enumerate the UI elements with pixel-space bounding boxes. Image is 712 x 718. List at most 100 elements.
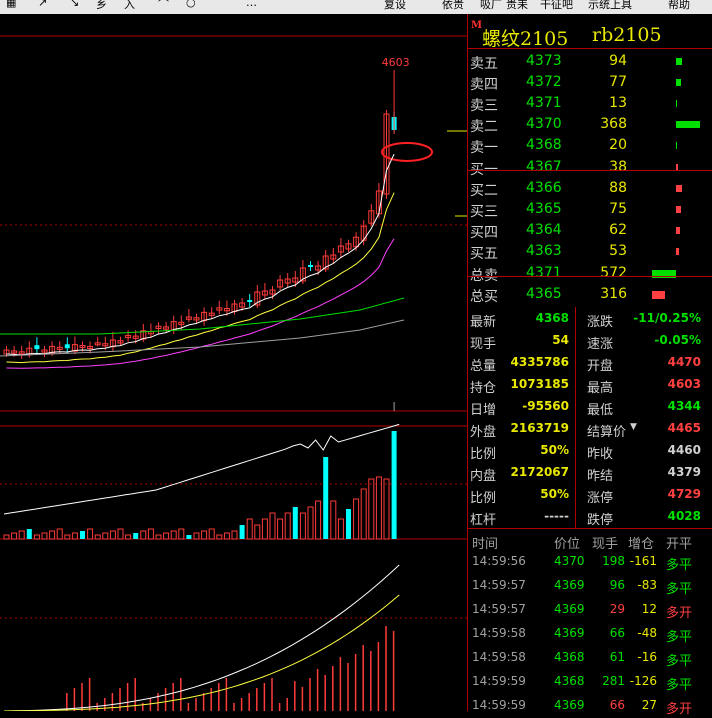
total-price: 4365 [526, 286, 562, 302]
bid-row[interactable]: 买三 4365 75 [468, 199, 712, 220]
volume-bar [170, 530, 177, 540]
menu-item-5[interactable]: ⌒ [158, 0, 169, 12]
volume-bar [315, 500, 322, 540]
stat-label: 内盘 [470, 469, 497, 484]
menu-item-0[interactable]: ▦ [6, 0, 16, 9]
ask-row[interactable]: 卖三 4371 13 [468, 93, 712, 114]
total-price: 4371 [526, 265, 562, 281]
tick-time: 14:59:57 [472, 578, 526, 592]
tick-oi-change: 12 [641, 602, 657, 616]
bid-volume: 38 [609, 159, 627, 175]
volume-bar [18, 530, 25, 540]
tick-type: 多平 [666, 678, 693, 693]
chevron-down-icon[interactable]: ▼ [630, 422, 637, 432]
volume-bar [299, 512, 306, 540]
ask-volume: 20 [609, 137, 627, 153]
volume-bar [3, 534, 10, 540]
stat-value: 54 [552, 333, 569, 347]
stat-row: 现手 54 速涨 -0.05% [468, 330, 712, 352]
tick-row: 14:59:56 4370 198 -161 多平 [468, 550, 712, 574]
tick-type: 多平 [666, 654, 693, 669]
volume-bar [163, 532, 170, 540]
menu-item-6[interactable]: ○ [186, 0, 196, 9]
stat-label: 日增 [470, 403, 497, 418]
tick-row: 14:59:59 4368 281 -126 多平 [468, 670, 712, 694]
menu-item-9[interactable]: 依贵 [442, 0, 464, 12]
stat-label: 总量 [470, 359, 497, 374]
peak-price-label: 4603 [382, 56, 410, 69]
menu-item-10[interactable]: 吸厂 [480, 0, 502, 12]
ask-volume: 13 [609, 95, 627, 111]
bid-volume-bar [676, 206, 681, 213]
stat-row: 最新 4368 涨跌 -11/0.25% [468, 308, 712, 330]
volume-bar [323, 457, 329, 539]
bid-row[interactable]: 买四 4364 62 [468, 220, 712, 241]
open-interest-line [3, 423, 400, 515]
bid-volume-bar [676, 227, 680, 234]
menu-item-14[interactable]: 帮助 [668, 0, 690, 12]
contract-title: M 螺纹2105 rb2105 [468, 20, 712, 50]
menu-item-7[interactable]: … [246, 0, 257, 9]
menu-item-3[interactable]: 乡 [96, 0, 107, 12]
ask-row[interactable]: 卖五 4373 94 [468, 51, 712, 72]
ask-volume-bar [676, 100, 677, 107]
volume-bar [155, 534, 162, 540]
kline-chart-area[interactable]: 4603 [0, 14, 467, 711]
ask-row[interactable]: 卖四 4372 77 [468, 72, 712, 93]
menu-bar: ▦ ↗ ↘ 乡 入 ⌒ ○ … 复设 依贵 吸厂 贵耒 干征吧 示统上具 帮助 [0, 0, 712, 14]
total-label: 总买 [470, 289, 498, 305]
stat-value: 4465 [667, 421, 701, 435]
volume-bar [239, 525, 245, 539]
ask-label: 卖三 [470, 98, 498, 114]
tick-volume: 96 [609, 578, 625, 592]
menu-item-8[interactable]: 复设 [384, 0, 406, 12]
stat-value: 2172067 [510, 465, 569, 479]
bid-label: 买二 [470, 183, 498, 199]
stat-value: 50% [540, 487, 569, 501]
menu-item-12[interactable]: 干征吧 [540, 0, 573, 12]
bid-row[interactable]: 买一 4367 38 [468, 157, 712, 178]
stat-value: 4460 [667, 443, 701, 457]
ask-label: 卖一 [470, 140, 498, 156]
bid-row[interactable]: 买五 4363 53 [468, 241, 712, 262]
stat-value: 2163719 [510, 421, 569, 435]
volume-bar [292, 507, 298, 539]
stat-label: 开盘 [587, 359, 614, 374]
ask-row[interactable]: 卖二 4370 368 [468, 114, 712, 135]
volume-bar [117, 528, 124, 540]
volume-bar [133, 533, 139, 539]
menu-item-1[interactable]: ↗ [38, 0, 47, 9]
volume-bar [353, 498, 360, 540]
tick-time: 14:59:56 [472, 554, 526, 568]
tick-volume: 61 [609, 650, 625, 664]
tick-volume: 281 [602, 674, 625, 688]
stat-label: 最低 [587, 403, 614, 418]
ask-price: 4373 [526, 53, 562, 69]
volume-bar [186, 535, 192, 539]
menu-item-2[interactable]: ↘ [70, 0, 79, 9]
ask-volume-bar [676, 142, 677, 149]
tick-oi-change: 27 [641, 698, 657, 712]
volume-bar [383, 478, 390, 540]
volume-bar [178, 528, 185, 540]
tick-volume: 66 [609, 626, 625, 640]
ask-label: 卖四 [470, 77, 498, 93]
kline-chart[interactable]: 4603 [0, 14, 467, 711]
volume-bar [223, 532, 230, 540]
tick-time: 14:59:58 [472, 650, 526, 664]
menu-item-11[interactable]: 贵耒 [506, 0, 528, 12]
tick-price: 4369 [554, 626, 585, 640]
bid-row[interactable]: 买二 4366 88 [468, 178, 712, 199]
candle-down [247, 300, 253, 302]
bid-price: 4365 [526, 201, 562, 217]
menu-item-4[interactable]: 入 [124, 0, 135, 12]
volume-bar [201, 530, 208, 540]
tick-type: 多平 [666, 582, 693, 597]
volume-bar [246, 518, 253, 540]
tick-row: 14:59:57 4369 96 -83 多平 [468, 574, 712, 598]
tick-type: 多平 [666, 558, 693, 573]
volume-bar [269, 512, 276, 540]
stat-row: 持仓 1073185 最高 4603 [468, 374, 712, 396]
menu-item-13[interactable]: 示统上具 [588, 0, 632, 12]
ask-row[interactable]: 卖一 4368 20 [468, 135, 712, 156]
